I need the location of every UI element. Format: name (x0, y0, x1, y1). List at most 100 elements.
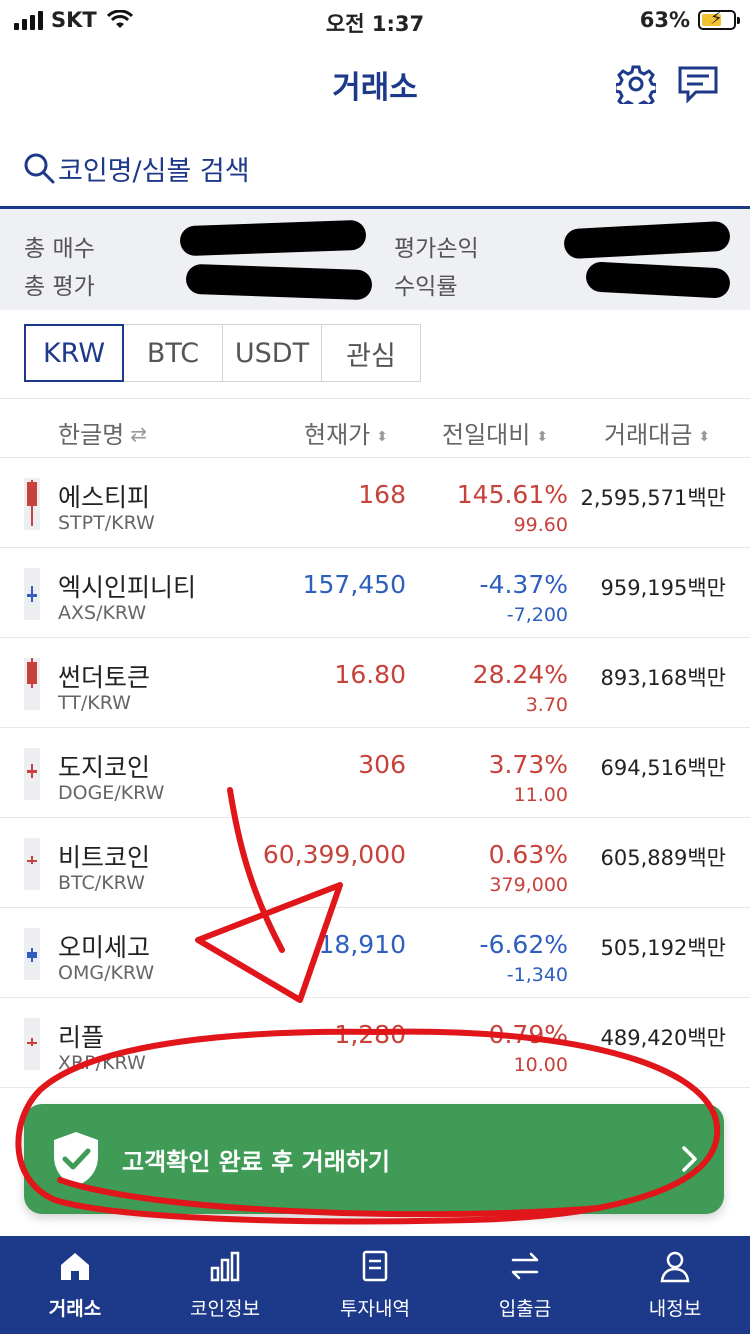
candle-icon (24, 748, 40, 800)
search-bar[interactable]: 코인명/심볼 검색 (22, 146, 728, 190)
tab-investments[interactable]: 투자내역 (300, 1236, 450, 1334)
tab-exchange[interactable]: 거래소 (0, 1236, 150, 1334)
coin-row[interactable]: 에스티피 STPT/KRW 168 145.61% 99.60 2,595,57… (0, 458, 750, 548)
tab-deposit-withdraw[interactable]: 입출금 (450, 1236, 600, 1334)
tab-favorites[interactable]: 관심 (321, 324, 421, 382)
swap-icon: ⇄ (130, 422, 148, 446)
chevron-right-icon (682, 1146, 697, 1172)
volume-column-label: 거래대금 (604, 421, 693, 449)
coin-name: 에스티피 (58, 483, 151, 512)
coin-symbol: BTC/KRW (58, 872, 145, 894)
coin-change-percent: 145.61% (456, 480, 568, 509)
coin-row[interactable]: 오미세고 OMG/KRW 18,910 -6.62% -1,340 505,19… (0, 908, 750, 998)
total-buy-label: 총 매수 (24, 236, 95, 262)
eval-pl-label: 평가손익 (394, 236, 479, 262)
total-eval-label: 총 평가 (24, 274, 95, 300)
candle-icon (24, 658, 40, 710)
coin-price: 306 (358, 750, 406, 779)
price-column-label: 현재가 (304, 421, 371, 449)
coin-row[interactable]: 리플 XRP/KRW 1,280 0.79% 10.00 489,420백만 (0, 998, 750, 1088)
coin-row[interactable]: 비트코인 BTC/KRW 60,399,000 0.63% 379,000 60… (0, 818, 750, 908)
coin-price: 168 (358, 480, 406, 509)
kyc-banner-label: 고객확인 완료 후 거래하기 (122, 1147, 390, 1176)
yield-label: 수익률 (394, 274, 458, 300)
coin-price: 60,399,000 (262, 840, 406, 869)
bar-chart-icon (210, 1251, 240, 1282)
coin-price: 157,450 (302, 570, 406, 599)
shield-check-icon (54, 1132, 98, 1186)
transfer-icon (511, 1252, 539, 1280)
sort-icon: ⬍ (536, 429, 549, 445)
chat-icon[interactable] (676, 64, 720, 104)
coin-change-amount: 3.70 (525, 694, 568, 716)
status-right: 63% ⚡ (639, 8, 740, 32)
coin-change-amount: 10.00 (513, 1054, 568, 1076)
coin-change-amount: 379,000 (489, 874, 568, 896)
battery-icon: ⚡ (698, 9, 740, 30)
gear-icon[interactable] (616, 64, 656, 104)
sort-icon: ⬍ (376, 429, 388, 445)
redaction-mark (563, 220, 731, 260)
battery-percent: 63% (639, 8, 690, 32)
redaction-mark (179, 219, 367, 257)
sort-price-button[interactable]: 현재가 ⬍ (304, 415, 388, 450)
tab-coin-info[interactable]: 코인정보 (150, 1236, 300, 1334)
coin-volume: 2,595,571백만 (580, 486, 726, 510)
coin-price: 18,910 (318, 930, 406, 959)
coin-volume: 893,168백만 (600, 666, 726, 690)
document-icon (362, 1250, 388, 1282)
asset-summary: 총 매수 총 평가 평가손익 수익률 (0, 206, 750, 310)
tab-label: 코인정보 (190, 1298, 260, 1320)
tab-label: 거래소 (48, 1298, 102, 1320)
tab-label: 내정보 (648, 1298, 702, 1320)
coin-symbol: AXS/KRW (58, 602, 147, 624)
coin-name: 비트코인 (58, 843, 151, 872)
coin-row[interactable]: 엑시인피니티 AXS/KRW 157,450 -4.37% -7,200 959… (0, 548, 750, 638)
coin-name: 오미세고 (58, 933, 151, 962)
tab-krw[interactable]: KRW (24, 324, 124, 382)
coin-symbol: DOGE/KRW (58, 782, 165, 804)
home-icon (61, 1253, 89, 1280)
sort-volume-button[interactable]: 거래대금 ⬍ (604, 415, 710, 450)
coin-change-amount: -7,200 (506, 604, 568, 626)
coin-list: 에스티피 STPT/KRW 168 145.61% 99.60 2,595,57… (0, 458, 750, 1178)
redaction-mark (585, 261, 731, 299)
coin-change-percent: -4.37% (479, 570, 568, 599)
coin-change-amount: 11.00 (513, 784, 568, 806)
coin-symbol: STPT/KRW (58, 512, 155, 534)
search-input[interactable]: 코인명/심볼 검색 (58, 149, 250, 188)
clock: 오전 1:37 (325, 12, 425, 36)
coin-change-amount: -1,340 (506, 964, 568, 986)
kyc-trade-banner[interactable]: 고객확인 완료 후 거래하기 (24, 1104, 724, 1214)
person-icon (660, 1251, 690, 1283)
coin-volume: 959,195백만 (600, 576, 726, 600)
tab-label: 입출금 (498, 1298, 552, 1320)
coin-price: 16.80 (334, 660, 406, 689)
sort-change-button[interactable]: 전일대비 ⬍ (442, 415, 548, 450)
change-column-label: 전일대비 (442, 421, 531, 449)
tab-btc[interactable]: BTC (123, 324, 223, 382)
coin-volume: 505,192백만 (600, 936, 726, 960)
candle-icon (24, 838, 40, 890)
coin-volume: 694,516백만 (600, 756, 726, 780)
sort-icon: ⬍ (698, 429, 711, 445)
sort-name-button[interactable]: 한글명 ⇄ (58, 415, 147, 450)
coin-name: 엑시인피니티 (58, 573, 197, 602)
coin-name: 썬더토큰 (58, 663, 151, 692)
coin-price: 1,280 (334, 1020, 406, 1049)
coin-change-amount: 99.60 (513, 514, 568, 536)
coin-symbol: XRP/KRW (58, 1052, 146, 1074)
candle-icon (24, 1018, 40, 1070)
app-header: 거래소 (0, 40, 750, 126)
coin-row[interactable]: 썬더토큰 TT/KRW 16.80 28.24% 3.70 893,168백만 (0, 638, 750, 728)
coin-change-percent: 28.24% (472, 660, 568, 689)
candle-icon (24, 568, 40, 620)
bottom-tab-bar: 거래소 코인정보 투자내역 입출금 내정보 (0, 1236, 750, 1334)
candle-icon (24, 478, 40, 530)
coin-row[interactable]: 도지코인 DOGE/KRW 306 3.73% 11.00 694,516백만 (0, 728, 750, 818)
redaction-mark (185, 263, 373, 301)
tab-usdt[interactable]: USDT (222, 324, 322, 382)
coin-volume: 605,889백만 (600, 846, 726, 870)
tab-my-info[interactable]: 내정보 (600, 1236, 750, 1334)
tab-label: 투자내역 (340, 1298, 410, 1320)
